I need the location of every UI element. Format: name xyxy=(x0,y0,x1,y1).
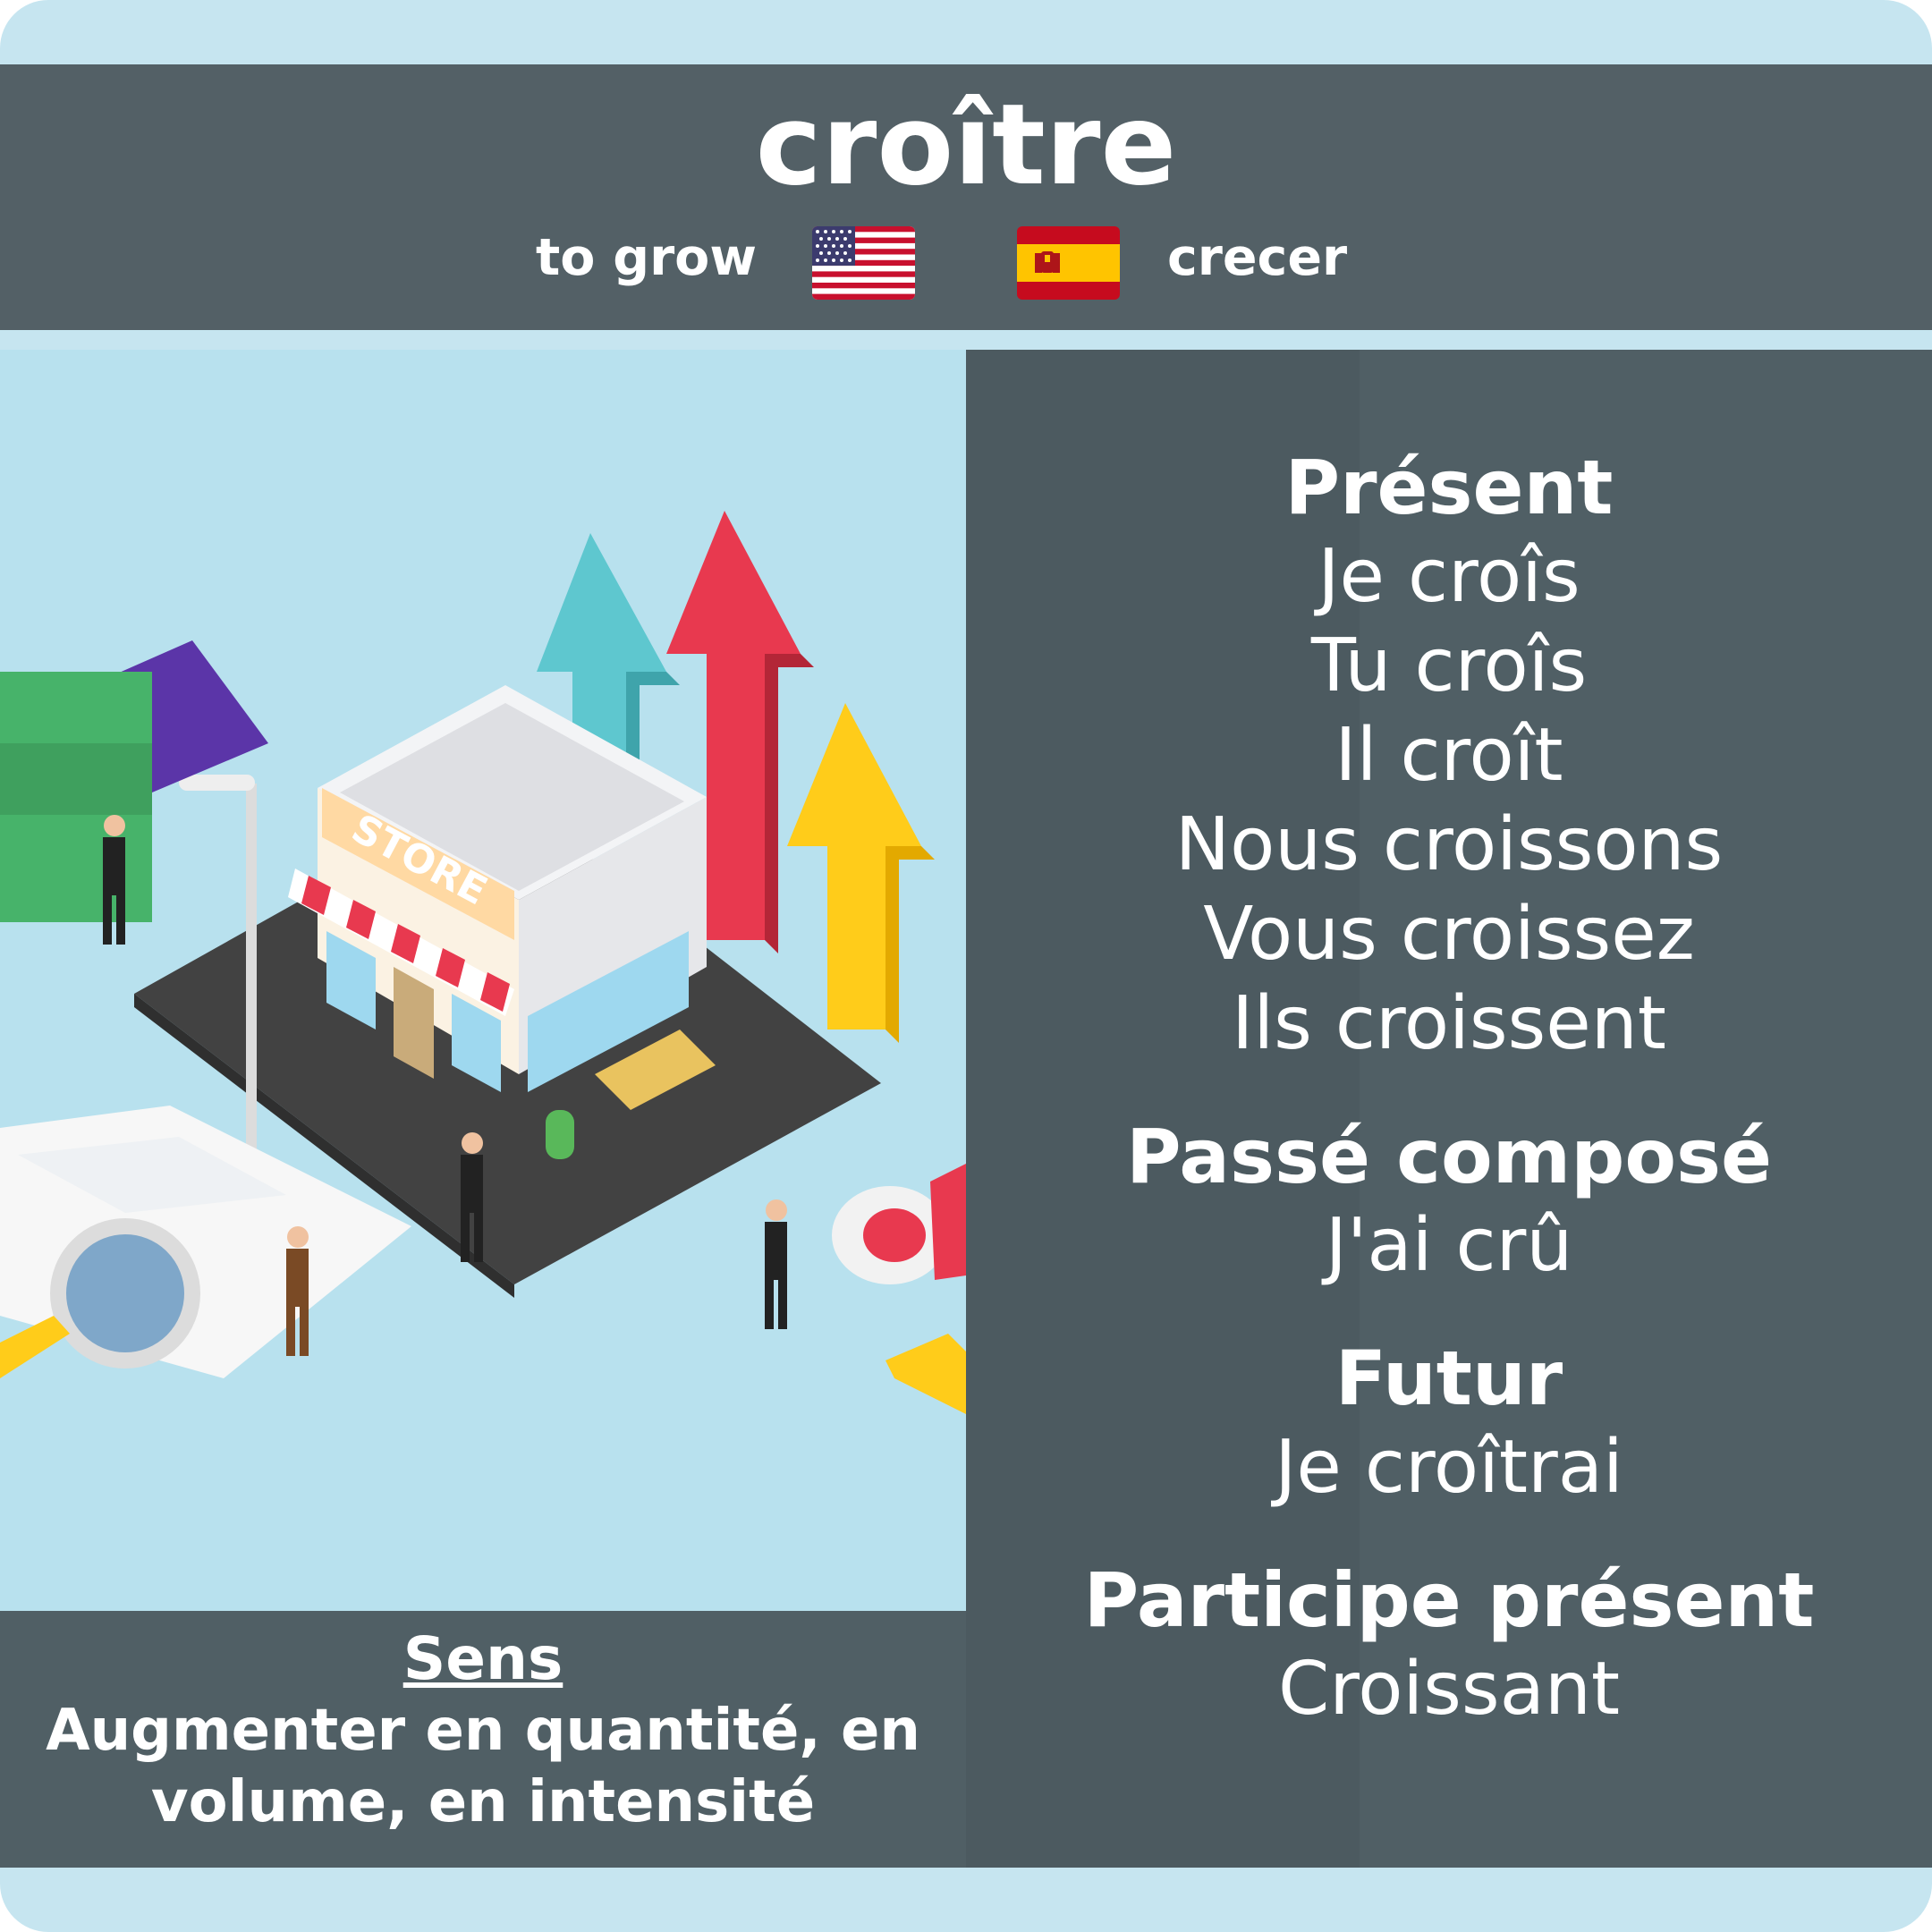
spain-flag-icon xyxy=(1017,226,1120,300)
futur-form: Je croîtrai xyxy=(1275,1425,1623,1510)
present-form: Je croîs xyxy=(1318,534,1580,619)
present-form: Vous croissez xyxy=(1203,892,1695,977)
tense-title-present: Présent xyxy=(1284,444,1614,531)
conjugation-list: Présent Je croîs Tu croîs Il croît Nous … xyxy=(966,443,1932,1734)
tense-title-participe-present: Participe présent xyxy=(1083,1556,1815,1644)
verb-title: croître xyxy=(755,80,1177,210)
present-form: Ils croissent xyxy=(1232,981,1666,1066)
meaning-title: Sens xyxy=(402,1624,564,1693)
passe-compose-form: J'ai crû xyxy=(1325,1203,1573,1288)
meaning-line: Augmenter en quantité, en xyxy=(46,1698,920,1764)
tense-title-futur: Futur xyxy=(1335,1335,1563,1422)
spanish-translation: crecer xyxy=(1167,228,1348,287)
us-flag-icon xyxy=(812,226,915,300)
meaning-text: Augmenter en quantité, en volume, en int… xyxy=(9,1695,957,1838)
meaning-line: volume, en intensité xyxy=(150,1769,816,1835)
present-form: Tu croîs xyxy=(1310,623,1588,708)
magnifier-icon xyxy=(50,1218,200,1368)
english-translation: to grow xyxy=(536,228,757,287)
present-form: Il croît xyxy=(1335,713,1563,798)
store-growth-illustration: STORE xyxy=(0,350,966,1611)
present-form: Nous croissons xyxy=(1174,802,1724,887)
participe-present-form: Croissant xyxy=(1278,1647,1620,1732)
flashcard: croître to grow crecer STORE Présent Je … xyxy=(0,0,1932,1932)
yellow-arrow-icon xyxy=(787,703,935,1043)
tense-title-passe-compose: Passé composé xyxy=(1125,1113,1773,1200)
